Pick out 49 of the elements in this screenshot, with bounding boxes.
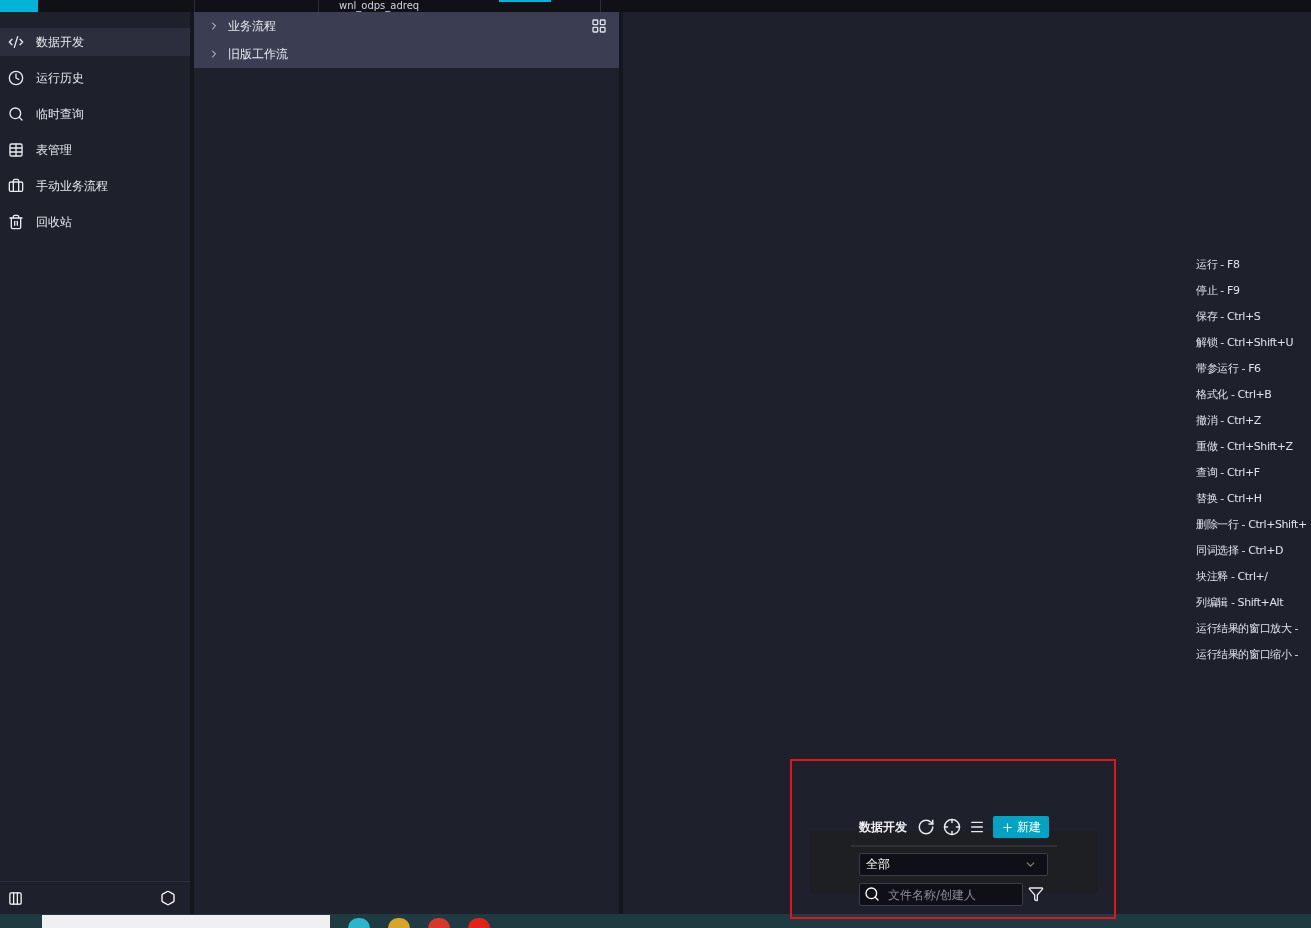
shortcut-hint: 替换 - Ctrl+H [1196,491,1263,507]
shortcut-hint: 保存 - Ctrl+S [1196,309,1262,325]
code-icon [8,34,24,50]
folder-icon[interactable] [388,918,410,928]
shortcut-hint: 删除一行 - Ctrl+Shift+ [1196,517,1308,533]
sidebar-item[interactable]: 回收站 [0,208,190,236]
trash-icon [8,214,24,230]
table-icon [8,142,24,158]
shortcut-hint: 停止 - F9 [1196,283,1241,299]
shortcut-hint: 格式化 - Ctrl+B [1196,387,1273,403]
grid-icon[interactable] [591,18,607,34]
clock-icon [8,70,24,86]
plus-icon [1001,820,1014,834]
shortcut-hint: 带参运行 - F6 [1196,361,1262,377]
settings-icon[interactable] [160,890,176,906]
shortcut-hint: 解锁 - Ctrl+Shift+U [1196,335,1295,351]
filter-icon[interactable] [1028,886,1044,902]
sidebar-item[interactable]: 临时查询 [0,100,190,128]
briefcase-icon [8,178,24,194]
shortcut-hint: 运行 - F8 [1196,257,1241,273]
logo-block [0,0,38,12]
sidebar-item[interactable]: 数据开发 [0,28,190,56]
shortcut-hint: 运行结果的窗口放大 - [1196,621,1300,637]
shortcut-hint: 查询 - Ctrl+F [1196,465,1261,481]
refresh-icon[interactable] [917,818,935,836]
shortcut-hint: 撤消 - Ctrl+Z [1196,413,1262,429]
sidebar-item[interactable]: 手动业务流程 [0,172,190,200]
shortcut-hint: 重做 - Ctrl+Shift+Z [1196,439,1294,455]
menu-icon[interactable] [969,819,985,835]
search-icon [864,886,880,902]
filter-select[interactable]: 全部 [859,853,1048,876]
shortcut-hint: 块注释 - Ctrl+/ [1196,569,1269,585]
taskbar-search-field[interactable] [42,915,330,928]
columns-icon[interactable] [8,890,23,906]
crosshair-icon[interactable] [943,818,961,836]
tree-label: 业务流程 [228,17,276,35]
sidebar-item[interactable]: 表管理 [0,136,190,164]
search-field[interactable]: 文件名称/创建人 [859,883,1023,906]
shortcut-hint: 列编辑 - Shift+Alt [1196,595,1285,611]
active-tab-indicator [499,0,552,2]
file-tab[interactable]: wnl_odps_adreq [319,0,420,12]
panel-title: 数据开发 [859,818,907,836]
tree-label: 旧版工作流 [228,45,288,63]
sidebar-item[interactable]: 运行历史 [0,64,190,92]
shortcut-hint: 运行结果的窗口缩小 - [1196,647,1300,663]
search-icon [8,106,24,122]
tree-item[interactable]: 业务流程 [208,12,607,40]
shortcut-hint: 同词选择 - Ctrl+D [1196,543,1285,559]
tree-item[interactable]: 旧版工作流 [208,40,607,68]
